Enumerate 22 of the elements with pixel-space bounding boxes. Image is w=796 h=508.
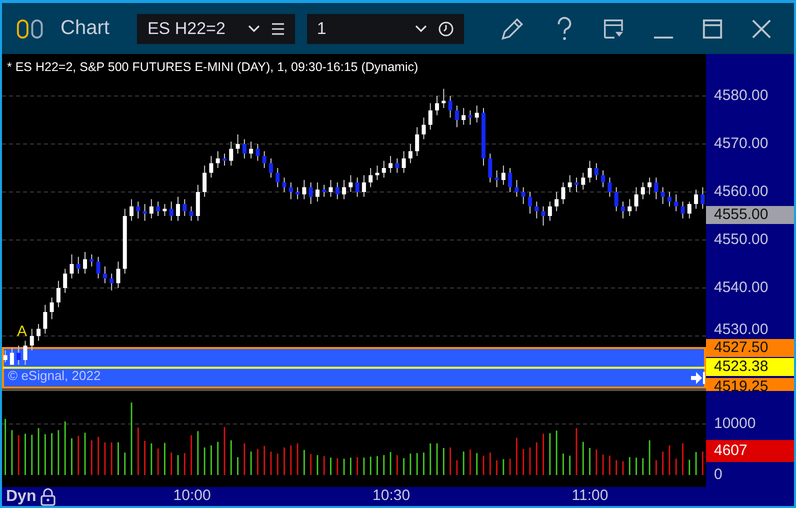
price-marker: 4527.50 [706, 339, 794, 357]
copyright-text: © eSignal, 2022 [8, 368, 101, 383]
price-tick: 4530.00 [714, 321, 768, 339]
price-marker: 4555.00 [706, 206, 794, 224]
scale-mode-label[interactable]: Dyn [6, 488, 36, 506]
time-tick: 10:00 [173, 487, 211, 505]
window-title: Chart [60, 17, 110, 40]
symbol-field[interactable]: ES H22=2 [137, 14, 295, 44]
volume-marker: 4607 [706, 440, 794, 462]
chart-header: * ES H22=2, S&P 500 FUTURES E-MINI (DAY), 1, 09:30-16:15 (Dynamic) [7, 60, 418, 74]
time-tick: 10:30 [372, 487, 410, 505]
volume-tick: 0 [714, 466, 722, 484]
volume-tick: 10000 [714, 415, 756, 433]
interval-field[interactable]: 1 [306, 14, 464, 44]
price-tick: 4550.00 [714, 231, 768, 249]
price-tick: 4570.00 [714, 135, 768, 153]
bar-marker: A [17, 323, 28, 340]
price-tick: 4560.00 [714, 183, 768, 201]
time-tick: 11:00 [572, 487, 608, 505]
price-tick: 4580.00 [714, 87, 768, 105]
price-tick: 4540.00 [714, 279, 768, 297]
price-marker: 4523.38 [706, 358, 794, 376]
